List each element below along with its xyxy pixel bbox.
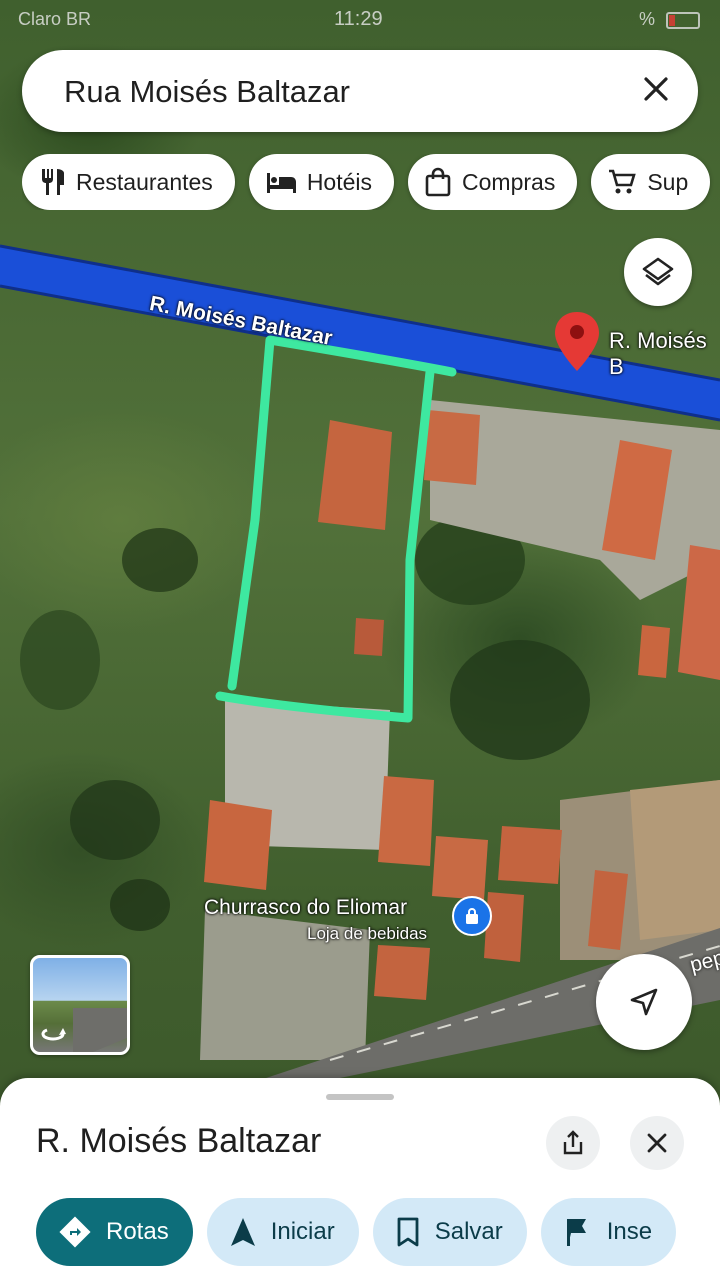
street-view-thumbnail[interactable] xyxy=(30,955,130,1055)
action-label: Salvar xyxy=(434,1218,503,1245)
action-label: Rotas xyxy=(106,1218,169,1245)
carrier-label: Claro BR xyxy=(18,9,92,29)
battery-percent: % xyxy=(638,9,655,29)
shopping-bag-icon xyxy=(425,167,451,197)
chip-label: Compras xyxy=(462,168,556,195)
directions-button[interactable]: Rotas xyxy=(36,1198,193,1266)
navigation-arrow-icon xyxy=(630,988,658,1016)
my-location-button[interactable] xyxy=(596,954,692,1050)
chip-compras[interactable]: Compras xyxy=(408,154,578,210)
place-category: Loja de bebidas xyxy=(307,924,428,943)
status-bar: Claro BR 11:29 % xyxy=(0,0,720,36)
directions-icon xyxy=(59,1216,91,1248)
place-title: R. Moisés Baltazar xyxy=(36,1122,322,1160)
hotel-icon xyxy=(266,173,296,193)
chip-label: Hotéis xyxy=(306,168,373,195)
place-bottom-sheet[interactable]: R. Moisés Baltazar Rotas Iniciar Salvar … xyxy=(0,1078,720,1280)
sheet-drag-handle[interactable] xyxy=(326,1094,394,1100)
action-buttons: Rotas Iniciar Salvar Inse xyxy=(36,1198,720,1268)
bookmark-icon xyxy=(397,1217,419,1247)
share-icon xyxy=(563,1130,583,1155)
close-icon xyxy=(647,1133,667,1153)
flag-icon xyxy=(566,1219,586,1246)
chip-supermercados[interactable]: Sup xyxy=(591,154,711,210)
action-label: Iniciar xyxy=(270,1218,335,1245)
start-button[interactable]: Iniciar xyxy=(206,1198,359,1266)
chip-restaurantes[interactable]: Restaurantes xyxy=(22,154,235,210)
battery-indicator: % xyxy=(639,9,700,30)
clock: 11:29 xyxy=(334,8,383,30)
layers-icon xyxy=(642,257,674,286)
navigation-arrow-icon xyxy=(230,1218,255,1246)
chip-label: Restaurantes xyxy=(76,168,213,195)
close-icon[interactable] xyxy=(634,67,678,111)
chip-hoteis[interactable]: Hotéis xyxy=(248,154,395,210)
share-button[interactable] xyxy=(546,1116,600,1170)
place-name[interactable]: Churrasco do Eliomar xyxy=(204,896,407,920)
search-input[interactable]: Rua Moisés Baltazar xyxy=(64,74,350,110)
pin-label[interactable]: R. Moisés B xyxy=(609,328,720,380)
restaurant-icon xyxy=(42,169,64,195)
label-button[interactable]: Inse xyxy=(540,1198,677,1266)
save-button[interactable]: Salvar xyxy=(372,1198,527,1266)
battery-icon xyxy=(666,11,700,29)
action-label: Inse xyxy=(606,1218,653,1245)
close-sheet-button[interactable] xyxy=(630,1116,684,1170)
search-bar[interactable]: Rua Moisés Baltazar xyxy=(22,50,698,132)
layers-button[interactable] xyxy=(624,238,692,306)
category-chips: Restaurantes Hotéis Compras Sup xyxy=(22,154,720,210)
chip-label: Sup xyxy=(647,168,689,195)
shopping-lock-icon[interactable] xyxy=(452,896,492,936)
cart-icon xyxy=(609,169,637,194)
